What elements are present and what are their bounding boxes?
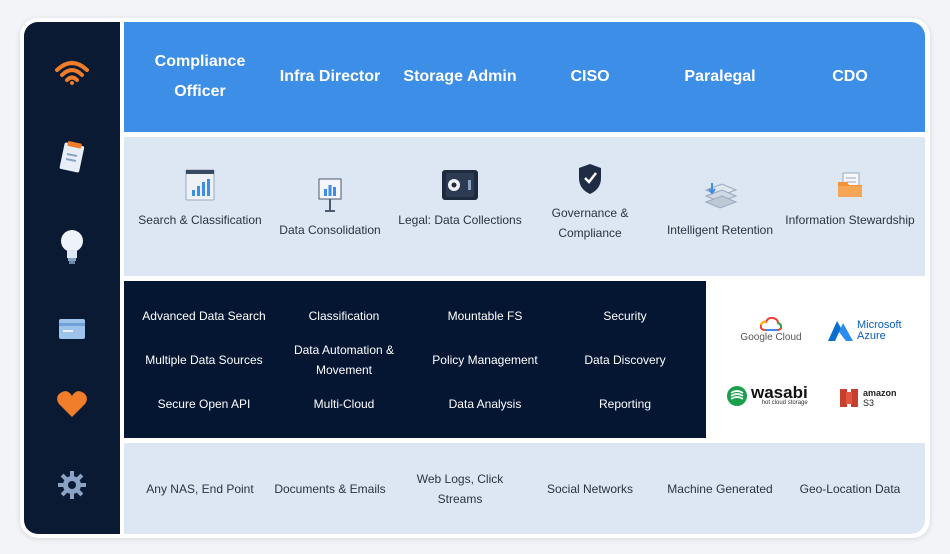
capability-label: Search & Classification — [138, 213, 262, 227]
feature-item: Data Discovery — [584, 353, 666, 367]
wifi-icon — [24, 52, 120, 92]
lightbulb-icon — [24, 227, 120, 267]
source-geo-location: Geo-Location Data — [799, 481, 901, 496]
capability-label: Governance & Compliance — [551, 206, 629, 240]
capability-label: Legal: Data Collections — [398, 213, 522, 227]
gear-icon — [24, 465, 120, 505]
google-cloud-logo: Google Cloud — [736, 317, 806, 343]
wasabi-icon — [727, 386, 747, 406]
azure-icon — [828, 321, 853, 341]
chart-screen-icon — [180, 165, 220, 205]
feature-item: Classification — [308, 309, 380, 323]
presentation-board-icon — [310, 175, 350, 215]
capabilities-band: Search & Classification Data Consolidati… — [124, 137, 925, 276]
role-ciso: CISO — [570, 68, 610, 85]
amazon-s3-logo: amazon S3 — [838, 387, 897, 409]
feature-item: Multiple Data Sources — [145, 353, 263, 367]
source-machine-generated: Machine Generated — [667, 481, 773, 496]
sidebar — [24, 22, 120, 534]
wasabi-logo: wasabi hot cloud storage — [726, 382, 808, 407]
microsoft-azure-logo: Microsoft Azure — [826, 320, 902, 342]
google-cloud-icon — [760, 317, 782, 331]
capability-label: Intelligent Retention — [666, 223, 774, 237]
capability-legal-data-collections: Legal: Data Collections — [395, 137, 525, 276]
capability-label: Data Consolidation — [279, 223, 381, 237]
source-documents-emails: Documents & Emails — [274, 481, 386, 496]
wasabi-label: wasabi — [751, 382, 808, 402]
capability-label: Information Stewardship — [785, 213, 915, 227]
role-storage-admin: Storage Admin — [403, 68, 517, 85]
amazon-s3-icon — [840, 389, 858, 407]
feature-item: Advanced Data Search — [142, 309, 266, 323]
role-compliance-officer: Compliance Officer — [154, 53, 246, 100]
capability-governance-compliance: Governance & Compliance — [525, 137, 655, 276]
source-social-networks: Social Networks — [546, 481, 634, 496]
feature-item: Reporting — [598, 397, 652, 411]
source-nas-endpoint: Any NAS, End Point — [146, 481, 254, 496]
safe-icon — [440, 165, 480, 205]
feature-item: Security — [603, 309, 647, 323]
amazon-sublabel: S3 — [863, 398, 875, 408]
features-band: Advanced Data Search Classification Moun… — [124, 281, 706, 438]
card-icon — [24, 309, 120, 349]
feature-item: Mountable FS — [447, 309, 523, 323]
heart-icon — [24, 384, 120, 424]
amazon-label: amazon — [863, 388, 897, 398]
cloud-providers: Google Cloud Microsoft Azure wasabi hot … — [706, 281, 925, 438]
capability-search-classification: Search & Classification — [135, 137, 265, 276]
wasabi-sublabel: hot cloud storage — [761, 399, 808, 406]
feature-item: Secure Open API — [157, 397, 251, 411]
capability-intelligent-retention: Intelligent Retention — [655, 137, 785, 276]
feature-item: Data Automation & Movement — [293, 343, 395, 377]
diagram-card: Compliance Officer Infra Director Storag… — [20, 18, 930, 538]
feature-item: Data Analysis — [448, 397, 522, 411]
role-infra-director: Infra Director — [279, 68, 381, 85]
roles-band: Compliance Officer Infra Director Storag… — [124, 22, 925, 132]
feature-item: Policy Management — [432, 353, 538, 367]
azure-label-line2: Azure — [857, 330, 886, 342]
data-sources-band: Any NAS, End Point Documents & Emails We… — [124, 443, 925, 534]
stacked-storage-icon — [700, 175, 740, 215]
shield-check-icon — [570, 159, 610, 199]
role-paralegal: Paralegal — [684, 68, 756, 85]
source-web-logs: Web Logs, Click Streams — [416, 471, 504, 506]
clipboard-icon — [24, 137, 120, 177]
google-cloud-label: Google Cloud — [740, 332, 802, 343]
feature-item: Multi-Cloud — [313, 397, 375, 411]
role-cdo: CDO — [832, 68, 868, 85]
folder-documents-icon — [830, 165, 870, 205]
capability-data-consolidation: Data Consolidation — [265, 137, 395, 276]
capability-information-stewardship: Information Stewardship — [785, 137, 915, 276]
